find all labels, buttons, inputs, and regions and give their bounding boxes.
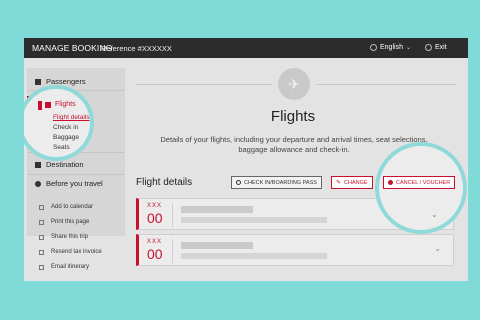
airport-code: XXX (147, 203, 163, 209)
link-label: Add to calendar (51, 204, 94, 210)
exit-icon (425, 44, 432, 51)
link-email-itinerary[interactable]: Email itinerary (39, 264, 89, 270)
sidebar-item-label: Destination (46, 160, 84, 169)
flight-number: 00 (147, 246, 163, 262)
person-icon (35, 78, 41, 85)
sidebar-subitem-seats[interactable]: Seats (53, 144, 70, 151)
checkin-button[interactable]: CHECK IN/BOARDING PASS (231, 176, 322, 189)
exit-button[interactable]: Exit (425, 44, 447, 51)
booking-reference: Reference #XXXXXX (101, 44, 172, 53)
print-icon (39, 219, 44, 225)
sidebar-subitem-baggage[interactable]: Baggage (53, 134, 79, 141)
link-add-to-calendar[interactable]: Add to calendar (39, 204, 93, 210)
flight-card[interactable]: XXX 00 ⌄ (136, 234, 454, 266)
section-title: Flight details (136, 177, 193, 188)
email-icon (39, 264, 44, 270)
placeholder-bar (181, 206, 253, 213)
divider (172, 203, 173, 227)
link-print-page[interactable]: Print this page (39, 219, 89, 225)
language-label: English (380, 44, 403, 51)
plane-icon (45, 101, 51, 108)
link-label: Share this trip (51, 234, 89, 240)
invoice-icon (39, 249, 44, 255)
sidebar-item-label: Before you travel (46, 179, 103, 188)
change-button[interactable]: ✎ CHANGE (331, 176, 373, 189)
sidebar-item-flights-zoom[interactable]: Flights (45, 101, 76, 108)
exit-label: Exit (435, 44, 447, 51)
sidebar-item-before-travel[interactable]: Before you travel (35, 179, 103, 188)
highlight-ring-cancel: CANCEL / VOUCHER ⌄ (375, 142, 467, 234)
divider (316, 84, 456, 85)
link-label: Print this page (51, 219, 90, 225)
sidebar-subitem-flight-details[interactable]: Flight details (53, 114, 90, 121)
booking-window: MANAGE BOOKING Reference #XXXXXX English… (24, 38, 468, 281)
divider (172, 239, 173, 263)
compass-icon (35, 180, 41, 187)
pencil-icon: ✎ (336, 180, 342, 186)
cancel-icon (388, 180, 393, 185)
plane-icon: ✈ (278, 68, 310, 100)
top-bar: MANAGE BOOKING Reference #XXXXXX English… (24, 38, 468, 58)
share-icon (39, 234, 44, 240)
placeholder-bar (181, 217, 327, 223)
link-label: Email itinerary (51, 264, 90, 270)
placeholder-bar (181, 253, 327, 259)
button-label: CHANGE (344, 179, 368, 186)
sidebar-item-label: Flights (55, 101, 76, 108)
link-label: Resend tax invoice (51, 249, 102, 255)
chevron-down-icon[interactable]: ⌄ (431, 210, 438, 219)
divider (27, 174, 125, 175)
chevron-down-icon[interactable]: ⌄ (434, 244, 441, 253)
button-label: CANCEL / VOUCHER (396, 179, 451, 186)
link-share-trip[interactable]: Share this trip (39, 234, 88, 240)
calendar-icon (39, 204, 44, 210)
button-label: CHECK IN/BOARDING PASS (244, 179, 317, 186)
placeholder-bar (181, 242, 253, 249)
active-indicator (38, 101, 42, 110)
page-title: Flights (270, 108, 316, 125)
language-selector[interactable]: English ⌄ (370, 44, 411, 51)
globe-icon (370, 44, 377, 51)
chevron-down-icon: ⌄ (405, 45, 411, 51)
flight-number: 00 (147, 210, 163, 226)
checkin-icon (236, 180, 241, 185)
camera-icon (35, 161, 41, 168)
cancel-voucher-button[interactable]: CANCEL / VOUCHER (383, 176, 456, 189)
link-resend-invoice[interactable]: Resend tax invoice (39, 249, 102, 255)
sidebar-item-destination[interactable]: Destination (35, 160, 84, 169)
airport-code: XXX (147, 239, 163, 245)
sidebar-subitem-check-in[interactable]: Check in (53, 124, 78, 131)
divider (136, 84, 272, 85)
